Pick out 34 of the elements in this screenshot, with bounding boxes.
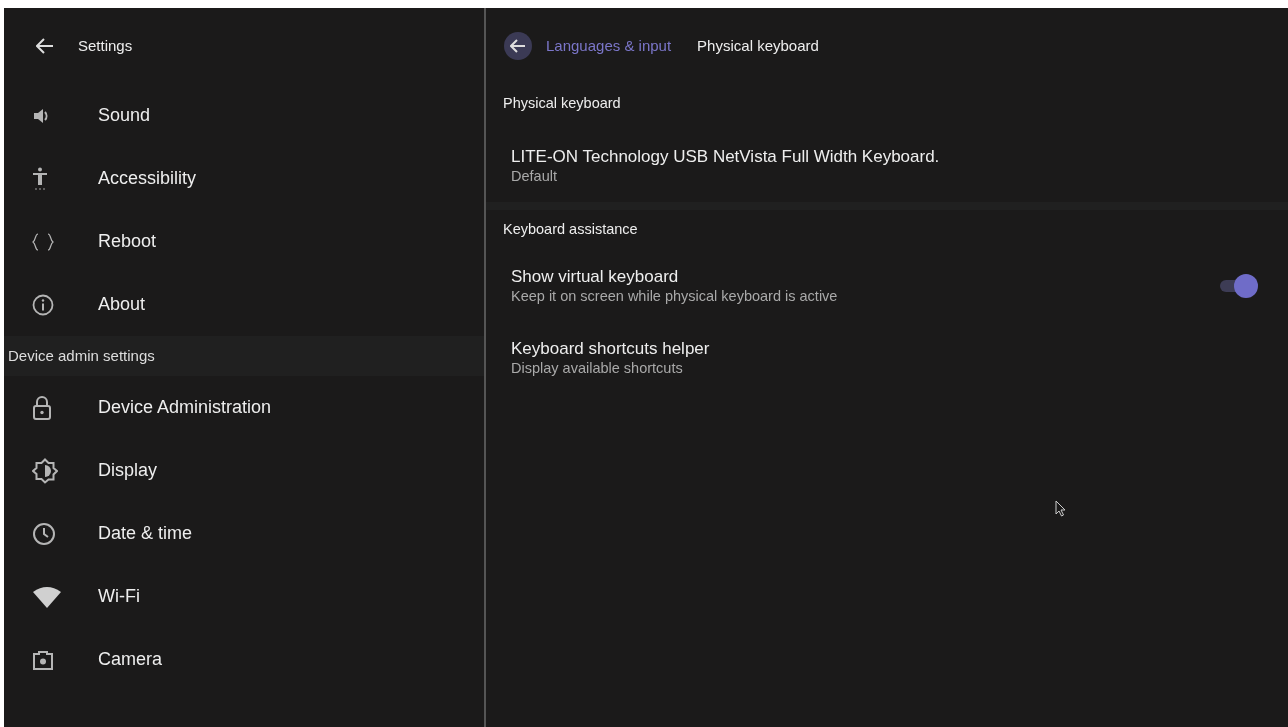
breadcrumb-link[interactable]: Languages & input [546,34,672,58]
mouse-cursor-icon [1055,500,1067,518]
accessibility-icon [32,166,48,191]
preference-summary: Keep it on screen while physical keyboard is active [511,287,838,307]
back-button[interactable] [504,32,532,60]
brightness-icon [32,457,58,484]
menu-item[interactable]: About [98,291,146,318]
back-arrow-icon [510,39,526,53]
menu-item[interactable]: Sound [98,102,151,129]
settings-title: Settings [78,35,133,56]
menu-item[interactable]: Accessibility [98,165,197,192]
page-title: Physical keyboard [697,35,819,56]
menu-item[interactable]: Wi-Fi [98,583,140,610]
lock-icon [32,395,52,420]
clock-icon [32,521,56,546]
preference-title[interactable]: LITE-ON Technology USB NetVista Full Width Keyboard. [511,145,940,168]
toggle-switch[interactable] [1218,274,1258,298]
camera-icon [32,648,54,671]
menu-item[interactable]: Date & time [98,520,193,547]
back-arrow-icon[interactable] [36,38,54,54]
menu-item[interactable]: Reboot [98,228,157,255]
preference-summary: Display available shortcuts [511,359,683,379]
wifi-icon [32,585,62,608]
menu-item[interactable]: Device Administration [98,394,272,421]
section-header: Keyboard assistance [503,220,638,240]
menu-item[interactable]: Display [98,457,158,484]
preference-title[interactable]: Show virtual keyboard [511,265,679,288]
preference-summary: Default [511,167,557,187]
section-header: Physical keyboard [503,94,621,114]
info-icon [32,293,54,316]
menu-item[interactable]: Camera [98,646,163,673]
braces-icon [32,232,54,251]
section-header: Device admin settings [4,336,484,376]
preference-title[interactable]: Keyboard shortcuts helper [511,337,710,360]
